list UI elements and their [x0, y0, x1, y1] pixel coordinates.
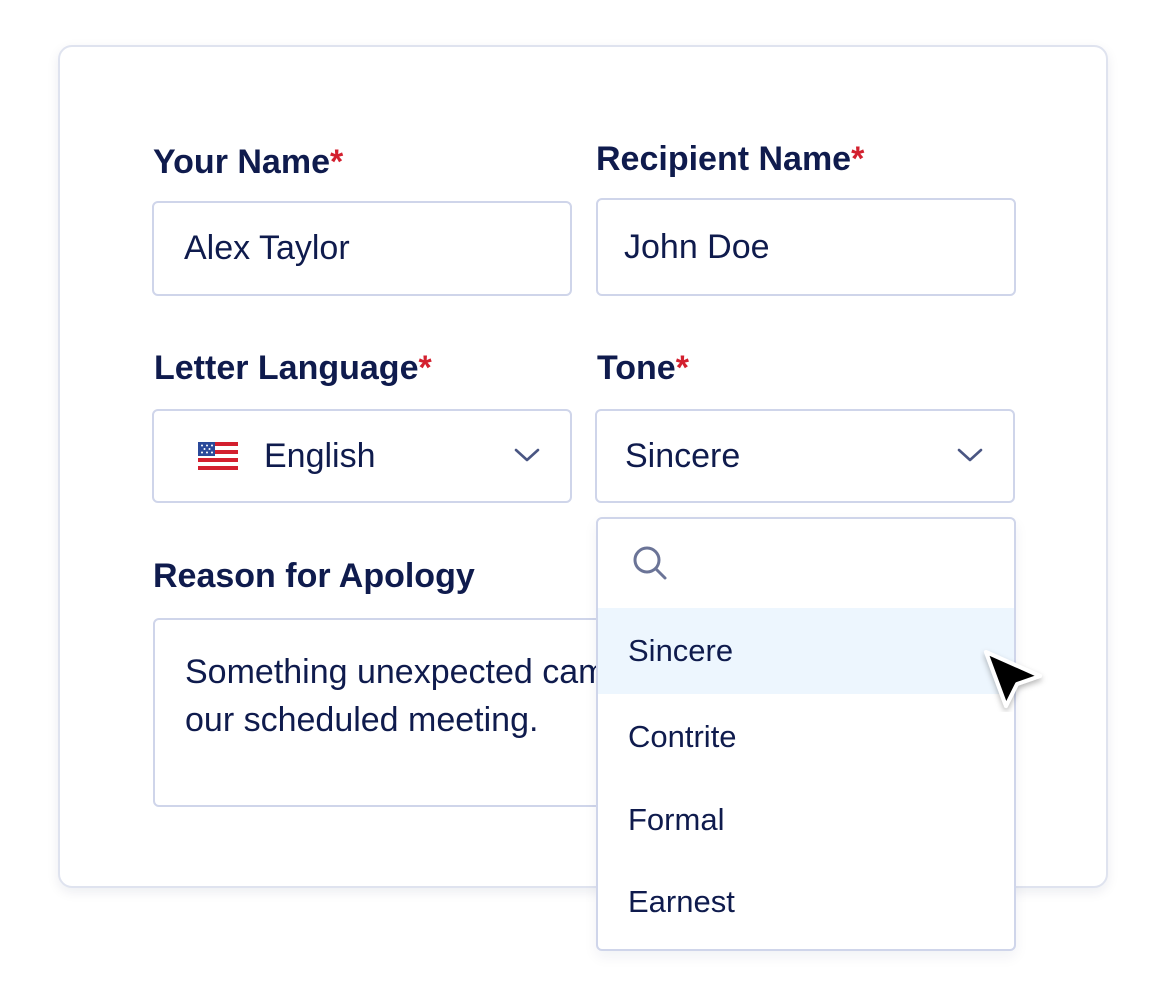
tone-value: Sincere	[625, 436, 741, 475]
dropdown-search-input[interactable]	[598, 519, 1014, 609]
recipient-name-label: Recipient Name*	[596, 139, 864, 179]
us-flag-icon	[198, 442, 238, 470]
tone-label: Tone*	[597, 348, 689, 388]
chevron-down-icon	[514, 448, 540, 462]
tone-option-contrite[interactable]: Contrite	[598, 694, 1014, 780]
recipient-name-label-text: Recipient Name	[596, 140, 852, 178]
required-asterisk: *	[329, 143, 344, 181]
letter-language-label-text: Letter Language	[154, 349, 419, 387]
required-asterisk: *	[418, 349, 432, 387]
recipient-name-value: John Doe	[624, 227, 770, 266]
tone-select[interactable]: Sincere	[595, 409, 1015, 503]
your-name-value: Alex Taylor	[184, 229, 350, 267]
option-label: Sincere	[628, 633, 734, 668]
required-asterisk: *	[675, 349, 689, 387]
option-label: Contrite	[628, 719, 737, 754]
reason-label-text: Reason for Apology	[153, 557, 475, 595]
required-asterisk: *	[851, 140, 865, 178]
reason-label: Reason for Apology	[153, 556, 475, 596]
letter-language-select[interactable]: English	[152, 409, 572, 503]
your-name-label-text: Your Name	[153, 143, 330, 181]
your-name-label: Your Name*	[153, 142, 343, 182]
tone-dropdown-menu: Sincere Contrite Formal Earnest	[596, 517, 1016, 951]
reason-textarea[interactable]: Something unexpected came up and I could…	[153, 618, 613, 807]
reason-value: Something unexpected came up and I could…	[185, 653, 611, 739]
chevron-down-icon	[957, 448, 983, 462]
option-label: Formal	[628, 802, 725, 837]
tone-label-text: Tone	[597, 349, 676, 387]
your-name-input[interactable]: Alex Taylor	[152, 201, 572, 296]
tone-option-earnest[interactable]: Earnest	[598, 859, 1014, 945]
search-icon	[633, 546, 667, 580]
option-label: Earnest	[628, 884, 735, 919]
letter-language-label: Letter Language*	[154, 348, 432, 388]
letter-language-value: English	[264, 436, 376, 475]
mouse-pointer-icon	[984, 650, 1042, 708]
recipient-name-input[interactable]: John Doe	[596, 198, 1016, 296]
tone-option-formal[interactable]: Formal	[598, 777, 1014, 863]
tone-option-sincere[interactable]: Sincere	[598, 608, 1014, 694]
